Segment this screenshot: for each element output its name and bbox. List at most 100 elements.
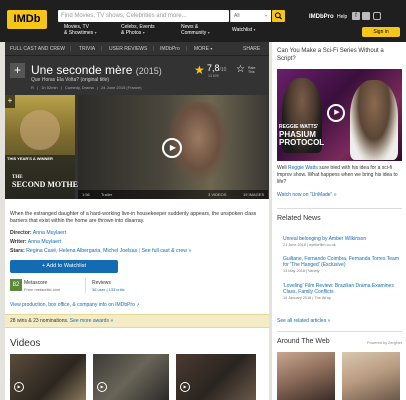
director-link[interactable]: Anna Muylaert xyxy=(33,230,66,236)
rating-count[interactable]: 13 609 xyxy=(208,74,219,78)
release-date[interactable]: 24 June 2015 (France) xyxy=(101,85,141,90)
around-web-thumbnail[interactable] xyxy=(342,352,400,400)
stars-label: Stars: xyxy=(10,248,25,254)
video-thumbnail[interactable]: ▶ xyxy=(10,354,86,400)
instagram-icon[interactable] xyxy=(373,12,381,20)
facebook-icon[interactable]: f xyxy=(352,12,360,20)
help-link[interactable]: Help xyxy=(337,14,347,20)
see-more-awards-link[interactable]: See more awards » xyxy=(70,318,113,324)
subnav-full-cast[interactable]: FULL CAST AND CREW xyxy=(10,46,65,52)
runtime: 1h 52min xyxy=(41,85,58,90)
news-item-meta: 13 May 2018 | Variety xyxy=(283,269,320,273)
see-all-news-link[interactable]: See all related articles » xyxy=(277,318,330,324)
divider xyxy=(277,331,402,332)
metascore-label: Metascore xyxy=(24,280,48,286)
nav-movies-tv-line2: & Showtimes xyxy=(64,30,94,36)
signin-button[interactable]: Sign in xyxy=(362,27,400,37)
imdb-logo[interactable]: IMDb xyxy=(7,10,47,29)
plot-summary: When the estranged daughter of a hard-wo… xyxy=(10,211,257,224)
imdbpro-info-text: View production, box office, & company i… xyxy=(10,302,135,308)
certificate: R xyxy=(31,85,34,90)
movie-year[interactable]: (2015) xyxy=(136,66,162,76)
videos-heading: Videos xyxy=(10,338,41,349)
promo-person-link[interactable]: Reggie Watts xyxy=(288,165,318,171)
subnav-sep: | xyxy=(70,46,72,52)
share-button[interactable]: SHARE xyxy=(243,46,260,52)
news-item-meta: 19 January 2018 | The Wrap xyxy=(283,296,331,300)
promo-show-title: PHASIUM PROTOCOL xyxy=(279,130,325,147)
video-thumbnail[interactable]: ▶ xyxy=(176,354,256,400)
watch-now-link[interactable]: Watch now on "UnMade" » xyxy=(277,192,337,198)
promo-image-person xyxy=(350,80,398,160)
news-item-title[interactable]: Unreal belonging by Amber Wilkinson xyxy=(283,236,401,242)
stars-links[interactable]: Regina Casé, Helena Albergaria, Michel J… xyxy=(26,248,137,254)
play-icon[interactable]: ▶ xyxy=(327,104,345,122)
images-count-link[interactable]: 19 IMAGES xyxy=(243,192,264,197)
promo-desc-pre: Well xyxy=(277,165,289,171)
twitter-icon[interactable] xyxy=(362,12,370,20)
news-item-title[interactable]: 'Loveling' Film Review: Brazilian Drama … xyxy=(283,283,401,295)
metascore-badge[interactable]: 82 xyxy=(10,279,22,291)
subnav-sep: | xyxy=(101,46,103,52)
title-meta: R | 1h 52min | Comedy, Drama | 24 June 2… xyxy=(31,85,142,90)
rating-max: /10 xyxy=(219,67,227,73)
rate-star-icon[interactable]: ☆ xyxy=(236,64,245,75)
search-input[interactable]: Find Movies, TV shows, Celebrities and m… xyxy=(58,10,229,22)
search-category-select[interactable]: All ▾ xyxy=(230,10,271,22)
add-to-watchlist-button[interactable]: + Add to Watchlist xyxy=(10,260,118,273)
add-to-watchlist-ribbon[interactable]: + xyxy=(10,63,25,78)
imdbpro-link[interactable]: IMDbPro xyxy=(309,14,334,20)
powered-by: Powered by ZergNet xyxy=(367,341,402,345)
promo-description: Well Reggie Watts sure tried with his id… xyxy=(277,165,402,186)
play-icon: ▶ xyxy=(180,382,190,392)
video-duration: 1:56 xyxy=(82,192,90,197)
search-category-label: All xyxy=(234,13,240,19)
awards-text: 28 wins & 23 nominations. See more award… xyxy=(10,318,113,324)
chevron-down-icon: ▾ xyxy=(207,30,210,35)
original-title: Que Horas Ela Volta? (original title) xyxy=(31,77,110,83)
nav-news-line2: Community xyxy=(181,30,207,36)
play-icon[interactable]: ▶ xyxy=(162,138,182,158)
rating-value: 7,8/10 xyxy=(207,63,226,73)
poster-add-ribbon[interactable]: + xyxy=(5,95,15,108)
chevron-down-icon: ▾ xyxy=(94,30,97,35)
genres[interactable]: Comedy, Drama xyxy=(65,85,94,90)
nav-movies-tv[interactable]: Movies, TV & Showtimes ▾ xyxy=(64,24,97,36)
imdbpro-info-link[interactable]: View production, box office, & company i… xyxy=(10,302,140,308)
videos-count-link[interactable]: 3 VIDEOS xyxy=(208,192,226,197)
nav-watchlist-label: Watchlist xyxy=(232,27,253,33)
news-item-title[interactable]: Guiltane, Fernando Coimbra, Fernanda Tor… xyxy=(283,256,401,268)
full-cast-link[interactable]: See full cast & crew » xyxy=(141,248,191,254)
chevron-down-icon: ▾ xyxy=(253,27,256,32)
writer-label: Writer: xyxy=(10,239,27,245)
around-the-web-heading: Around The Web xyxy=(277,338,330,345)
subnav-user-reviews[interactable]: USER REVIEWS xyxy=(109,46,147,52)
subnav-trivia[interactable]: TRIVIA xyxy=(79,46,95,52)
play-icon: ▶ xyxy=(97,382,107,392)
nav-news-community[interactable]: News & Community ▾ xyxy=(181,24,210,36)
subnav-imdbpro[interactable]: IMDbPro xyxy=(160,46,180,52)
video-thumbnail[interactable]: ▶ xyxy=(93,354,169,400)
poster-title-text: SECOND MOTHER xyxy=(12,180,84,189)
subnav-sep: | xyxy=(153,46,155,52)
credit-stars: Stars: Regina Casé, Helena Albergaria, M… xyxy=(10,248,192,254)
related-news-heading: Related News xyxy=(277,215,321,222)
video-label: Trailer xyxy=(101,192,113,197)
nav-celebs-events[interactable]: Celebs, Events & Photos ▾ xyxy=(121,24,155,36)
subnav-more[interactable]: MORE ▾ xyxy=(194,46,212,52)
divider xyxy=(85,278,86,293)
external-link-icon: ↗ xyxy=(136,302,140,307)
writer-link[interactable]: Anna Muylaert xyxy=(28,239,61,245)
poster-tagline: THIS YEAR'S A WINNER xyxy=(7,156,53,161)
chevron-down-icon: ▾ xyxy=(210,46,213,51)
rate-this-label[interactable]: Rate This xyxy=(248,66,262,74)
nav-watchlist[interactable]: Watchlist ▾ xyxy=(232,27,256,33)
around-web-thumbnail[interactable] xyxy=(277,352,335,400)
reviews-count-link[interactable]: 36 user | 133 critic xyxy=(92,287,125,292)
search-icon xyxy=(274,12,282,20)
metascore-source: From metacritic.com xyxy=(24,287,61,292)
promo-title[interactable]: Can You Make a Sci-Fi Series Without a S… xyxy=(277,47,402,63)
search-button[interactable] xyxy=(272,10,285,22)
page-title: Une seconde mère (2015) xyxy=(31,63,162,77)
director-label: Director: xyxy=(10,230,32,236)
